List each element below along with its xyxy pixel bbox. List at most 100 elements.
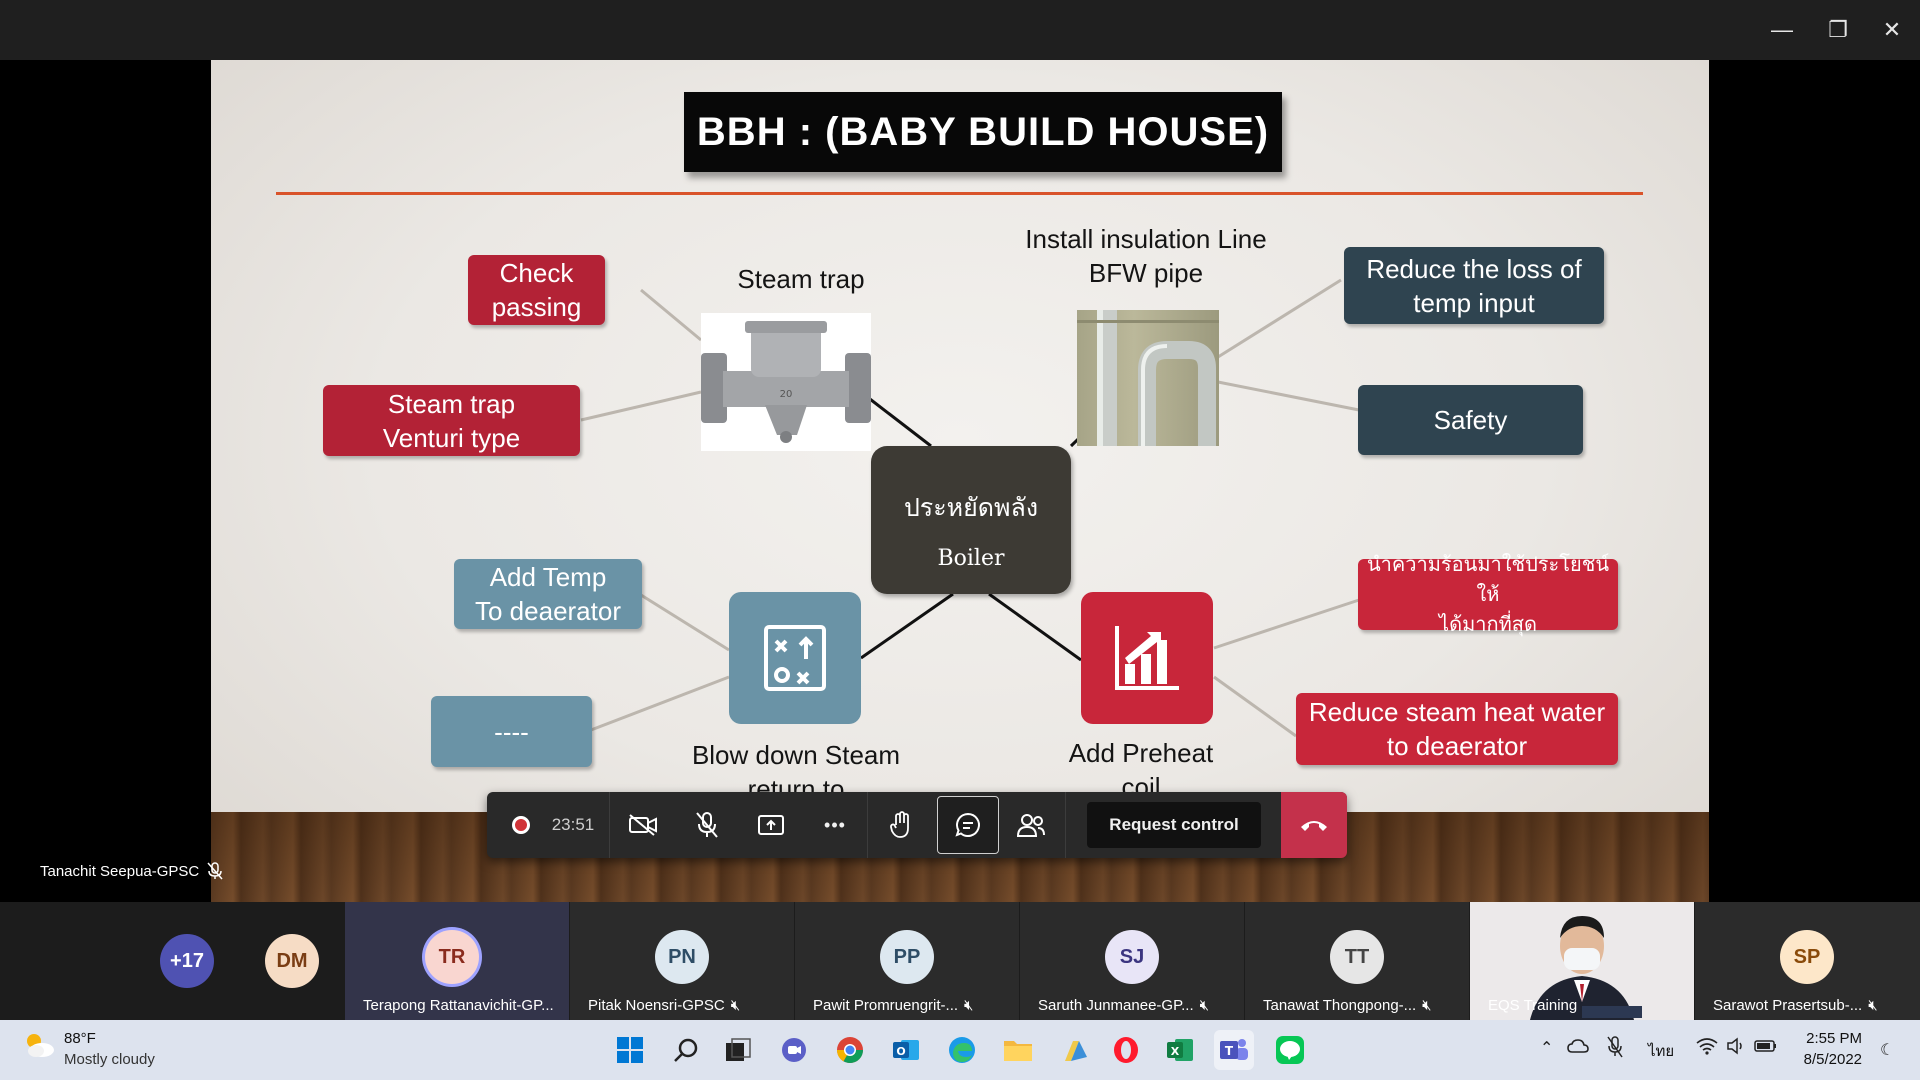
taskbar-outlook[interactable]: O	[886, 1030, 926, 1070]
meeting-timer: 23:51	[551, 815, 595, 834]
minimize-button[interactable]: —	[1762, 10, 1802, 50]
mic-off-icon[interactable]	[1607, 1036, 1623, 1063]
mic-off-icon	[696, 812, 718, 838]
share-icon	[758, 815, 784, 835]
taskbar-onedrive[interactable]	[1054, 1030, 1094, 1070]
taskbar-excel[interactable]: X	[1160, 1030, 1200, 1070]
line-app-icon	[1276, 1036, 1304, 1064]
participant-name: Tanawat Thongpong-... 🔇︎	[1263, 997, 1432, 1014]
taskbar-line[interactable]	[1270, 1030, 1310, 1070]
svg-text:20: 20	[780, 389, 793, 400]
close-button[interactable]: ✕	[1872, 10, 1912, 50]
taskbar-edge[interactable]	[942, 1030, 982, 1070]
participant-tile[interactable]: PP Pawit Promruengrit-... 🔇︎	[795, 902, 1019, 1020]
shared-slide: BBH : (BABY BUILD HOUSE) Check passing S…	[211, 60, 1709, 902]
participant-tile-video[interactable]: EQS Training	[1470, 902, 1694, 1020]
taskbar-file-explorer[interactable]	[998, 1030, 1038, 1070]
thai-heat-box: นำความร้อนมาใช้ประโยชน์ให้ ได้มากที่สุด	[1358, 554, 1618, 636]
chat-button[interactable]	[937, 796, 999, 854]
reduce-steam-box: Reduce steam heat water to deaerator	[1296, 693, 1618, 765]
participant-tile[interactable]: PN Pitak Noensri-GPSC 🔇︎	[570, 902, 794, 1020]
bar-chart-icon	[1081, 592, 1213, 724]
search-button[interactable]	[666, 1030, 706, 1070]
avatar: SP	[1780, 930, 1834, 984]
insulation-pipe-image	[1077, 310, 1219, 446]
active-speaker-name: Tanachit Seepua-GPSC	[40, 862, 200, 880]
window-titlebar: — ❐ ✕	[0, 0, 1920, 60]
reduce-loss-box: Reduce the loss of temp input	[1344, 247, 1604, 324]
more-participants-badge[interactable]: +17	[160, 934, 214, 988]
avatar: TT	[1330, 930, 1384, 984]
insulation-label: Install insulation Line BFW pipe	[1025, 224, 1267, 288]
avatar: PP	[880, 930, 934, 984]
raise-hand-button[interactable]	[875, 800, 927, 850]
participant-tile[interactable]: TT Tanawat Thongpong-... 🔇︎	[1245, 902, 1469, 1020]
chat-icon	[955, 812, 980, 837]
mic-off-icon	[207, 862, 223, 880]
chat-app-icon	[782, 1038, 806, 1062]
avatar: SJ	[1105, 930, 1159, 984]
avatar: TR	[425, 930, 479, 984]
participant-name: Pawit Promruengrit-... 🔇︎	[813, 997, 974, 1014]
mute-button[interactable]	[681, 800, 733, 850]
participant-tile[interactable]: TR Terapong Rattanavichit-GP...	[345, 902, 569, 1020]
center-boiler-text: Boiler	[937, 546, 1005, 571]
blowdown-label: Blow down Steam return to	[691, 740, 901, 792]
taskbar-chat-app[interactable]	[774, 1030, 814, 1070]
cloud-icon[interactable]	[1567, 1038, 1589, 1059]
center-thai-text: ประหยัดพลัง	[903, 493, 1039, 522]
clock-time[interactable]: 2:55 PM	[1806, 1030, 1862, 1047]
moon-icon[interactable]: ☾	[1880, 1040, 1894, 1060]
active-speaker-label: Tanachit Seepua-GPSC	[40, 862, 223, 880]
weather-desc: Mostly cloudy	[64, 1051, 155, 1068]
more-button[interactable]: •••	[809, 800, 861, 850]
add-temp-box: Add Temp To deaerator	[454, 559, 642, 629]
steam-trap-label: Steam trap	[737, 264, 865, 294]
weather-widget[interactable]	[22, 1030, 62, 1070]
avatar-dm[interactable]: DM	[265, 934, 319, 988]
check-passing-box: Check passing	[468, 255, 605, 325]
hang-up-button[interactable]	[1281, 792, 1347, 858]
clock-date[interactable]: 8/5/2022	[1796, 1051, 1862, 1068]
dashes-box: ----	[431, 696, 592, 767]
onedrive-folder-icon	[1065, 1041, 1087, 1061]
participant-tile[interactable]: SP Sarawot Prasertsub-... 🔇︎	[1695, 902, 1920, 1020]
participants-button[interactable]	[1005, 800, 1057, 850]
start-button[interactable]	[610, 1030, 650, 1070]
center-boiler-node: ประหยัดพลัง Boiler	[871, 446, 1071, 594]
folder-icon	[1004, 1041, 1032, 1061]
weather-temp: 88°F	[64, 1030, 96, 1047]
recording-indicator[interactable]: 23:51	[499, 800, 607, 850]
chrome-icon	[836, 1037, 864, 1064]
strategy-icon	[729, 592, 861, 724]
camera-off-button[interactable]	[617, 800, 669, 850]
steam-trap-venturi-box: Steam trap Venturi type	[323, 385, 580, 456]
request-control-button[interactable]: Request control	[1087, 802, 1261, 848]
volume-icon[interactable]	[1726, 1037, 1746, 1060]
task-view-button[interactable]	[718, 1030, 758, 1070]
phone-hangup-icon	[1301, 821, 1327, 831]
taskbar-chrome[interactable]	[830, 1030, 870, 1070]
battery-icon[interactable]	[1754, 1038, 1778, 1059]
chevron-up-icon[interactable]: ⌃	[1540, 1038, 1558, 1057]
mic-off-icon: 🔇︎	[1422, 997, 1432, 1014]
teams-icon: T	[1220, 1039, 1248, 1060]
taskbar-teams[interactable]: T	[1214, 1030, 1254, 1070]
wifi-icon[interactable]	[1696, 1037, 1718, 1060]
restore-button[interactable]: ❐	[1818, 10, 1858, 50]
participant-name: Terapong Rattanavichit-GP...	[363, 997, 554, 1014]
meeting-toolbar: 23:51 ••• Request control	[487, 792, 1347, 858]
input-language[interactable]: ไทย	[1648, 1039, 1674, 1063]
participant-name: Saruth Junmanee-GP... 🔇︎	[1038, 997, 1210, 1014]
mic-off-icon: 🔇︎	[1868, 997, 1878, 1014]
windows-taskbar: 88°F Mostly cloudy O X T ⌃ ไทย 2:55 PM 8…	[0, 1020, 1920, 1080]
mic-off-icon: 🔇︎	[964, 997, 974, 1014]
mic-off-icon: 🔇︎	[730, 997, 741, 1014]
safety-box: Safety	[1358, 385, 1583, 455]
people-icon	[1016, 814, 1045, 837]
record-icon	[511, 816, 530, 834]
participant-tile[interactable]: SJ Saruth Junmanee-GP... 🔇︎	[1020, 902, 1244, 1020]
mic-off-icon: 🔇︎	[1199, 997, 1210, 1014]
share-button[interactable]	[745, 800, 797, 850]
taskbar-opera[interactable]	[1106, 1030, 1146, 1070]
